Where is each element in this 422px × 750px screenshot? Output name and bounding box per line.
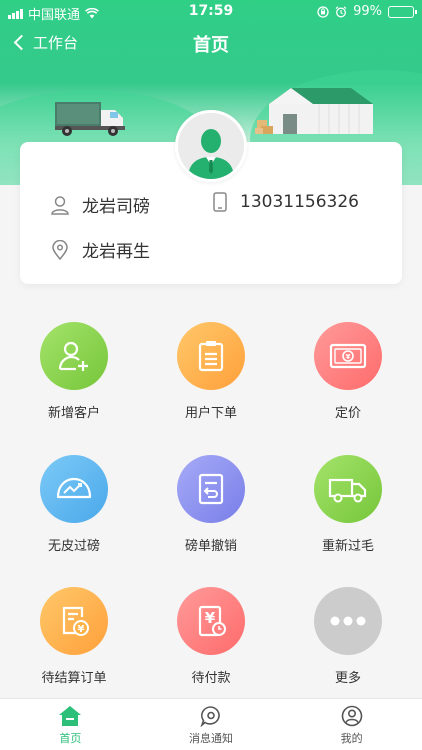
truck-icon [314,455,382,523]
rotation-lock-icon [317,5,329,18]
avatar [175,110,247,182]
phone-row: 13031156326 [212,192,359,212]
svg-text:¥: ¥ [78,624,85,635]
yuan-clock-icon: ¥ [177,587,245,655]
yuan-document-icon: ¥ [40,587,108,655]
action-user-order[interactable]: 用户下单 [141,322,281,421]
tab-profile[interactable]: 我的 [281,699,422,750]
action-label: 无皮过磅 [47,539,100,554]
truck-illustration [55,102,125,136]
battery-percent: 99% [353,4,382,19]
action-label: 新增客户 [47,406,100,421]
action-tareless-weigh[interactable]: 无皮过磅 [4,455,144,554]
add-user-icon [40,322,108,390]
tab-label: 我的 [340,732,363,745]
warehouse-illustration [255,88,373,134]
action-label: 更多 [334,671,361,686]
gauge-icon [40,455,108,523]
tab-label: 首页 [59,732,82,745]
location-name: 龙岩再生 [82,242,150,262]
svg-text:¥: ¥ [346,353,351,361]
name-row: 龙岩司磅 [50,192,150,217]
action-label: 待付款 [191,671,231,686]
action-label: 用户下单 [184,406,237,421]
page-title: 首页 [193,35,229,56]
action-more[interactable]: 更多 [278,587,418,686]
status-bar: 中国联通 17:59 99% [0,0,422,24]
banknote-icon: ¥ [314,322,382,390]
action-pricing[interactable]: ¥ 定价 [278,322,418,421]
action-revoke-weigh-ticket[interactable]: 磅单撤销 [141,455,281,554]
action-label: 重新过毛 [321,539,374,554]
tab-label: 消息通知 [189,732,233,745]
person-avatar-icon [178,113,244,179]
action-new-customer[interactable]: 新增客户 [4,322,144,421]
tab-notifications[interactable]: 消息通知 [141,699,282,750]
phone-number: 13031156326 [240,192,359,212]
tab-bar: 首页 消息通知 我的 [0,698,422,750]
action-label: 磅单撤销 [184,539,237,554]
action-label: 待结算订单 [41,671,107,686]
tab-home[interactable]: 首页 [0,699,141,750]
user-icon [51,195,69,215]
location-pin-icon [52,239,68,260]
battery-icon [388,5,417,18]
action-label: 定价 [334,406,361,421]
action-pending-payment[interactable]: ¥ 待付款 [141,587,281,686]
more-icon [314,587,382,655]
nav-bar: 工作台 首页 [0,24,422,64]
action-pending-settlement[interactable]: ¥ 待结算订单 [4,587,144,686]
clipboard-icon [177,322,245,390]
undo-document-icon [177,455,245,523]
location-row: 龙岩再生 [50,237,150,262]
user-circle-icon [341,705,362,727]
phone-icon [213,192,227,212]
alarm-icon [335,5,347,17]
user-name: 龙岩司磅 [82,197,150,217]
action-reweigh-gross[interactable]: 重新过毛 [278,455,418,554]
message-icon [200,706,220,727]
home-icon [59,706,82,726]
